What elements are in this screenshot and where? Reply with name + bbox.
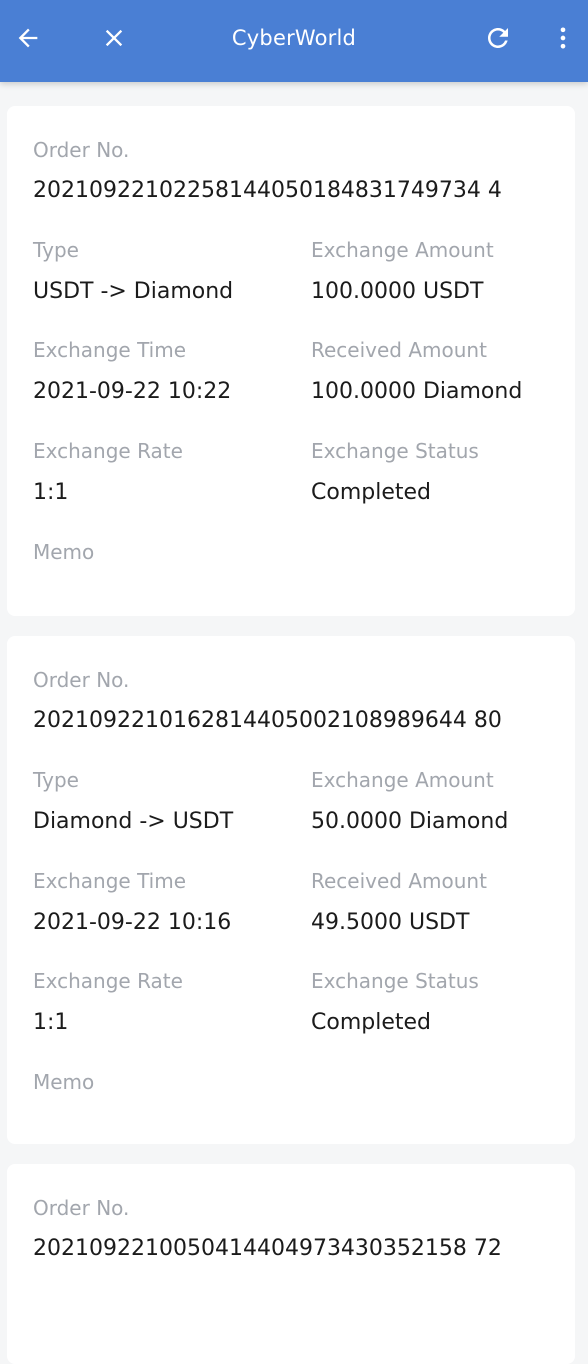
exchange-time-value: 2021-09-22 10:22 (33, 379, 232, 404)
exchange-time-label: Exchange Time (33, 338, 187, 362)
type-label: Type (33, 238, 79, 262)
received-amount-value: 100.0000 Diamond (311, 379, 523, 404)
order-no-label: Order No. (33, 1196, 130, 1220)
more-vertical-icon (560, 27, 566, 49)
exchange-status-value: Completed (311, 1010, 431, 1035)
memo-label: Memo (33, 540, 95, 564)
order-card: Order No. 202109221005041440497343035215… (7, 1164, 575, 1364)
exchange-status-label: Exchange Status (311, 969, 479, 993)
more-options-button[interactable] (537, 0, 588, 76)
refresh-icon (488, 28, 508, 48)
type-value: USDT -> Diamond (33, 279, 234, 304)
exchange-rate-label: Exchange Rate (33, 969, 183, 993)
exchange-time-value: 2021-09-22 10:16 (33, 910, 232, 935)
order-card: Order No. 202109221022581440501848317497… (7, 106, 575, 616)
order-no-label: Order No. (33, 668, 130, 692)
exchange-rate-label: Exchange Rate (33, 439, 183, 463)
exchange-rate-value: 1:1 (33, 480, 69, 505)
app-bar: CyberWorld (0, 0, 588, 82)
exchange-status-label: Exchange Status (311, 439, 479, 463)
received-amount-value: 49.5000 USDT (311, 910, 470, 935)
received-amount-label: Received Amount (311, 338, 487, 362)
exchange-amount-value: 100.0000 USDT (311, 279, 484, 304)
exchange-amount-label: Exchange Amount (311, 238, 494, 262)
exchange-rate-value: 1:1 (33, 1010, 69, 1035)
order-no-value: 2021092210050414404973430352158 72 (33, 1236, 502, 1261)
order-no-value: 2021092210162814405002108989644 80 (33, 708, 502, 733)
memo-label: Memo (33, 1070, 95, 1094)
exchange-status-value: Completed (311, 480, 431, 505)
order-card: Order No. 202109221016281440500210898964… (7, 636, 575, 1144)
received-amount-label: Received Amount (311, 869, 487, 893)
exchange-time-label: Exchange Time (33, 869, 187, 893)
type-label: Type (33, 768, 79, 792)
order-no-label: Order No. (33, 138, 130, 162)
exchange-amount-value: 50.0000 Diamond (311, 809, 509, 834)
exchange-amount-label: Exchange Amount (311, 768, 494, 792)
refresh-button[interactable] (470, 0, 526, 76)
type-value: Diamond -> USDT (33, 809, 234, 834)
order-no-value: 20210922102258144050184831749734 4 (33, 178, 502, 203)
